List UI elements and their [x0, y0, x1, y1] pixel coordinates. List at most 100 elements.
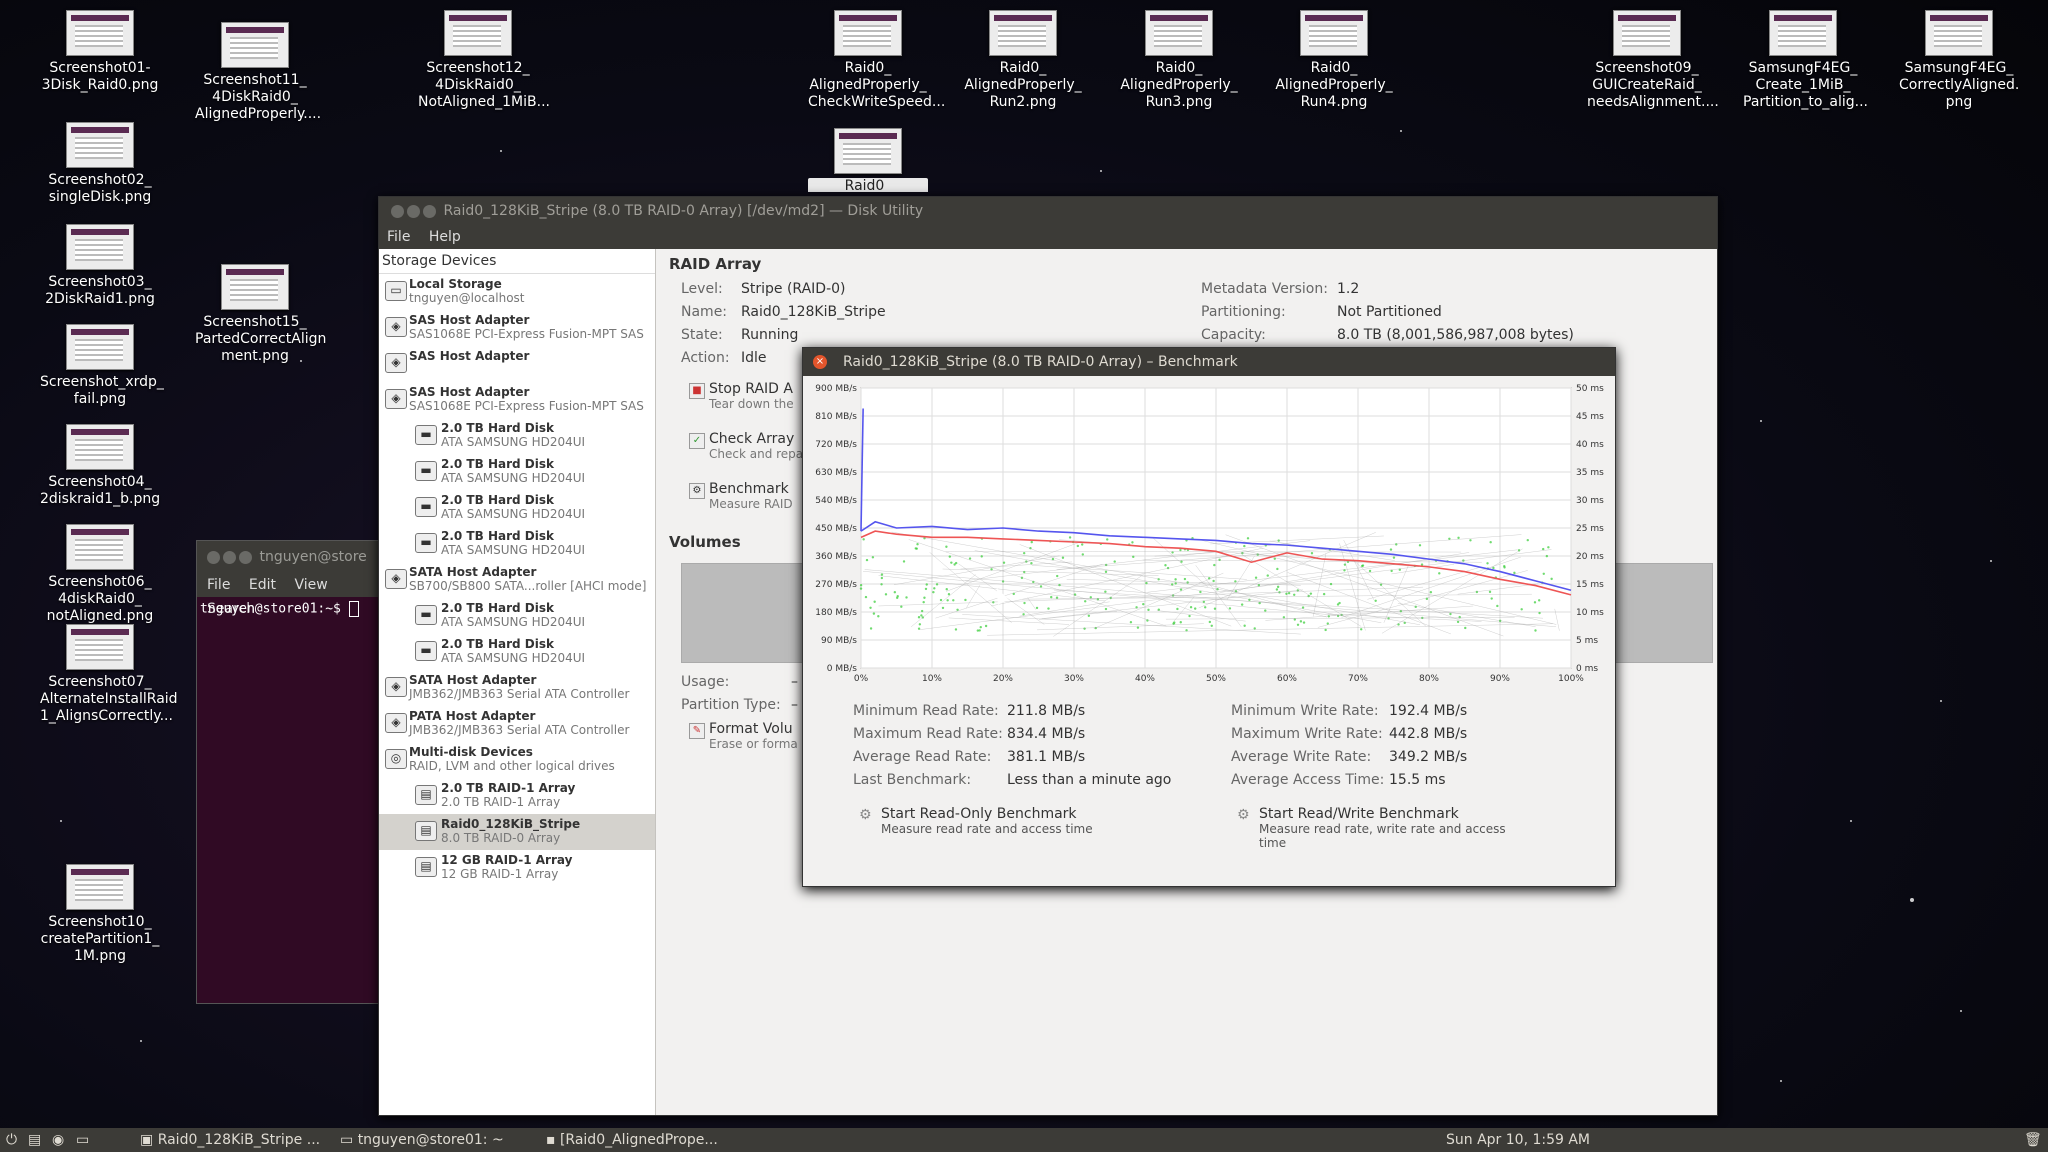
format-volume-button[interactable]: ✎ Format Volu Erase or forma — [689, 721, 798, 751]
adapter-icon: ◈ — [385, 713, 407, 733]
access-time-point — [1264, 609, 1267, 612]
desktop-icon[interactable]: Raid0_ AlignedProperly_ CheckWriteSpeed.… — [808, 10, 945, 111]
access-time-point — [859, 583, 863, 587]
desktop-icon[interactable]: Screenshot04_ 2diskraid1_b.png — [40, 424, 160, 508]
adapter-icon: ◈ — [385, 569, 407, 589]
menu-file[interactable]: File — [387, 229, 410, 245]
desktop-icon[interactable]: Screenshot09_ GUICreateRaid_ needsAlignm… — [1587, 10, 1719, 111]
device-subtitle: SAS1068E PCI-Express Fusion-MPT SAS — [409, 399, 644, 413]
desktop-icon[interactable]: Screenshot03_ 2DiskRaid1.png — [40, 224, 160, 308]
device-item[interactable]: ▤ 2.0 TB RAID-1 Array 2.0 TB RAID-1 Array — [379, 778, 655, 814]
benchmark-button[interactable]: ⚙ Benchmark Measure RAID — [689, 481, 793, 511]
device-item[interactable]: ◎ Multi-disk Devices RAID, LVM and other l… — [379, 742, 655, 778]
power-icon[interactable]: ⏻ — [6, 1128, 17, 1152]
maximize-icon[interactable] — [423, 204, 436, 218]
stop-raid-button[interactable]: ■ Stop RAID A Tear down the — [689, 381, 794, 411]
access-time-point — [1429, 591, 1433, 594]
device-item[interactable]: ◈ SAS Host Adapter SAS1068E PCI-Express Fu… — [379, 310, 655, 346]
storage-devices-header: Storage Devices — [379, 249, 655, 274]
desktop-icon[interactable]: Raid0_ AlignedProperly_ Run2.png — [963, 10, 1083, 111]
desktop-icon[interactable]: Screenshot11_ 4DiskRaid0_ AlignedProperl… — [195, 22, 321, 123]
taskbar-item-image[interactable]: ▪ [Raid0_AlignedPrope... — [546, 1128, 718, 1152]
device-item[interactable]: ▬ 2.0 TB Hard Disk ATA SAMSUNG HD204UI — [379, 634, 655, 670]
device-title: SAS Host Adapter — [409, 349, 530, 363]
maximize-icon[interactable] — [239, 550, 252, 564]
taskbar-item-disk-utility[interactable]: ▣ Raid0_128KiB_Stripe ... — [140, 1128, 320, 1152]
device-item[interactable]: ▬ 2.0 TB Hard Disk ATA SAMSUNG HD204UI — [379, 418, 655, 454]
access-time-point — [1142, 602, 1145, 606]
desktop-icon[interactable]: Raid0_ AlignedProperly_ Run4.png — [1274, 10, 1394, 111]
access-time-point — [980, 555, 983, 558]
desktop-icon[interactable]: Raid0_ AlignedProperly_ Run3.png — [1119, 10, 1239, 111]
image-file-icon — [1300, 10, 1368, 56]
browser-icon[interactable]: ◉ — [52, 1128, 64, 1152]
y-right-tick-label: 15 ms — [1576, 580, 1604, 590]
close-icon[interactable] — [207, 550, 220, 564]
desktop-icon[interactable]: Screenshot01- 3Disk_Raid0.png — [40, 10, 160, 94]
minimize-icon[interactable] — [223, 550, 236, 564]
device-subtitle: 2.0 TB RAID-1 Array — [441, 795, 561, 809]
desktop-icon[interactable]: SamsungF4EG_ CorrectlyAligned. png — [1899, 10, 2019, 111]
menu-edit[interactable]: Edit — [249, 577, 276, 593]
device-item[interactable]: ◈ SAS Host Adapter SAS1068E PCI-Express Fu… — [379, 382, 655, 418]
device-item[interactable]: ▤ 12 GB RAID-1 Array 12 GB RAID-1 Array — [379, 850, 655, 886]
menu-icon[interactable]: ▤ — [28, 1128, 41, 1152]
access-time-point — [1301, 606, 1305, 609]
benchmark-titlebar[interactable]: × Raid0_128KiB_Stripe (8.0 TB RAID-0 Arr… — [803, 348, 1615, 376]
start-read-only-benchmark-button[interactable]: ⚙ Start Read-Only Benchmark Measure read r… — [859, 806, 1141, 836]
disk-utility-titlebar[interactable]: Raid0_128KiB_Stripe (8.0 TB RAID-0 Array… — [379, 197, 1717, 225]
device-item[interactable]: ◈ PATA Host Adapter JMB362/JMB363 Serial A… — [379, 706, 655, 742]
desktop-icon[interactable]: Screenshot_xrdp_ fail.png — [40, 324, 164, 408]
y-right-tick-label: 35 ms — [1576, 468, 1604, 478]
access-time-point — [1023, 570, 1026, 574]
avg-write-value: 349.2 MB/s — [1389, 749, 1468, 765]
desktop-icon-selected[interactable]: Raid0_ AlignedProperly_ — [808, 128, 928, 192]
device-item[interactable]: ▭ Local Storage tnguyen@localhost — [379, 274, 655, 310]
menu-view[interactable]: View — [294, 577, 327, 593]
device-item[interactable]: ▬ 2.0 TB Hard Disk ATA SAMSUNG HD204UI — [379, 490, 655, 526]
desktop-icon[interactable]: SamsungF4EG_ Create_1MiB_ Partition_to_a… — [1743, 10, 1868, 111]
menu-help[interactable]: Help — [429, 229, 461, 245]
benchmark-dialog[interactable]: × Raid0_128KiB_Stripe (8.0 TB RAID-0 Arr… — [802, 347, 1616, 887]
trash-icon[interactable]: 🗑 — [2024, 1128, 2042, 1152]
close-icon[interactable]: × — [813, 355, 827, 369]
desktop-icon[interactable]: Screenshot12_ 4DiskRaid0_ NotAligned_1Mi… — [418, 10, 550, 111]
y-left-tick-label: 270 MB/s — [815, 580, 857, 590]
raid-icon: ▤ — [415, 821, 437, 841]
desktop-icon[interactable]: Screenshot10_ createPartition1_ 1M.png — [40, 864, 160, 965]
device-item[interactable]: ▬ 2.0 TB Hard Disk ATA SAMSUNG HD204UI — [379, 454, 655, 490]
access-time-point — [1035, 606, 1039, 610]
menu-file[interactable]: File — [207, 577, 230, 593]
taskbar: ⏻ ▤ ◉ ▭ ▣ Raid0_128KiB_Stripe ... ▭ tngu… — [0, 1128, 2048, 1152]
terminal-window[interactable]: tnguyen@store File Edit View Search tngu… — [196, 540, 398, 1004]
device-title: Multi-disk Devices — [409, 745, 533, 759]
minimize-icon[interactable] — [407, 204, 420, 218]
state-row: State: Running — [681, 327, 799, 343]
taskbar-item-terminal[interactable]: ▭ tnguyen@store01: ~ — [340, 1128, 504, 1152]
access-time-point — [952, 599, 955, 602]
device-item[interactable]: ▬ 2.0 TB Hard Disk ATA SAMSUNG HD204UI — [379, 598, 655, 634]
close-icon[interactable] — [391, 204, 404, 218]
access-time-point — [1204, 606, 1207, 609]
device-item-selected[interactable]: ▤ Raid0_128KiB_Stripe 8.0 TB RAID-0 Array — [379, 814, 655, 850]
desktop-icon[interactable]: Screenshot07_ AlternateInstallRaid 1_Ali… — [40, 624, 178, 725]
terminal-icon[interactable]: ▭ — [76, 1128, 89, 1152]
y-right-tick-label: 10 ms — [1576, 608, 1604, 618]
adapter-icon: ◈ — [385, 677, 407, 697]
start-read-write-benchmark-button[interactable]: ⚙ Start Read/Write Benchmark Measure read … — [1237, 806, 1509, 850]
partition-type-row: Partition Type: – — [681, 697, 798, 713]
device-item[interactable]: ◈ SATA Host Adapter JMB362/JMB363 Serial A… — [379, 670, 655, 706]
desktop-icon[interactable]: Screenshot06_ 4diskRaid0_ notAligned.png — [40, 524, 160, 625]
image-file-icon — [834, 10, 902, 56]
access-time-point — [1537, 599, 1541, 602]
desktop-icon[interactable]: Screenshot02_ singleDisk.png — [40, 122, 160, 206]
check-array-button[interactable]: ✓ Check Array Check and repa — [689, 431, 803, 461]
device-item[interactable]: ▬ 2.0 TB Hard Disk ATA SAMSUNG HD204UI — [379, 526, 655, 562]
y-left-tick-label: 540 MB/s — [815, 496, 857, 506]
image-file-icon — [1613, 10, 1681, 56]
device-item[interactable]: ◈ SATA Host Adapter SB700/SB800 SATA...rol… — [379, 562, 655, 598]
y-left-tick-label: 90 MB/s — [821, 636, 857, 646]
device-item[interactable]: ◈ SAS Host Adapter — [379, 346, 655, 382]
terminal-titlebar[interactable]: tnguyen@store — [197, 541, 397, 573]
desktop-icon[interactable]: Screenshot15_ PartedCorrectAlign ment.pn… — [195, 264, 326, 365]
